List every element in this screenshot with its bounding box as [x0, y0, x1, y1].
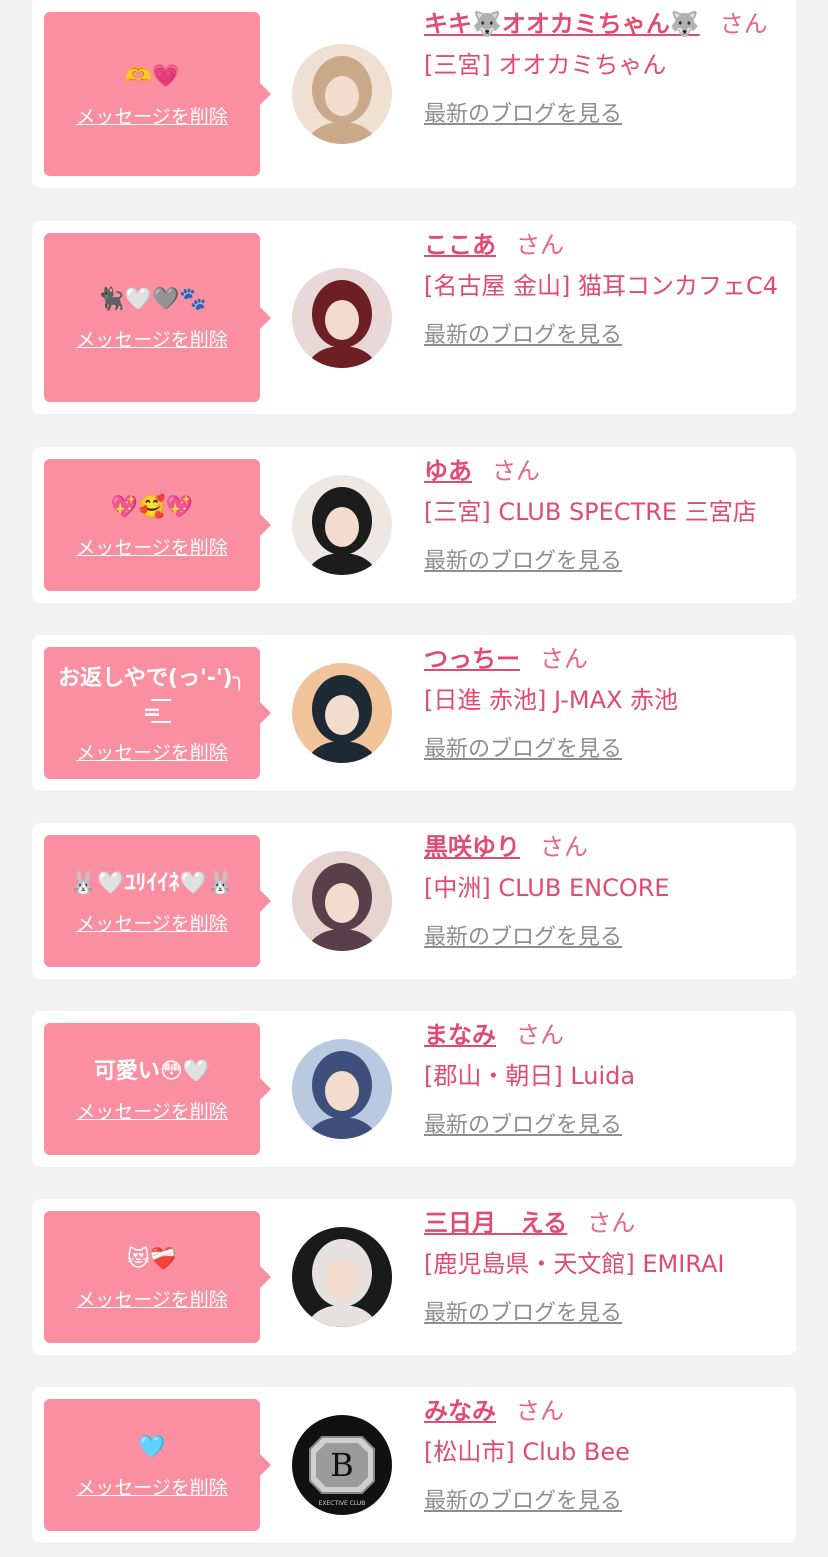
delete-message-link[interactable]: メッセージを削除 [76, 1285, 228, 1312]
shop-name: [三宮] CLUB SPECTRE 三宮店 [424, 498, 757, 526]
message-text: 💖🥰💖 [110, 494, 194, 520]
latest-blog-link[interactable]: 最新のブログを見る [424, 543, 622, 575]
profile-info: みなみ さん [松山市] Club Bee 最新のブログを見る [424, 1391, 794, 1515]
avatar[interactable]: B EXECTIVE CLUB [292, 1415, 392, 1515]
profile-photo-icon [292, 268, 392, 368]
shop-name: [日進 赤池] J-MAX 赤池 [424, 686, 679, 714]
profile-photo-icon [292, 1227, 392, 1327]
profile-photo-icon [292, 851, 392, 951]
message-card: 💖🥰💖 メッセージを削除 ゆあ さん [三宮] CLUB SPECTRE 三宮店 … [32, 447, 796, 603]
shop-name: [鹿児島県・天文館] EMIRAI [424, 1250, 725, 1278]
name-line: 黒咲ゆり さん [424, 827, 794, 867]
shop-name: [三宮] オオカミちゃん [424, 51, 667, 79]
profile-name-link[interactable]: ゆあ [424, 457, 472, 485]
profile-name-link[interactable]: 黒咲ゆり [424, 833, 520, 861]
name-line: ここあ さん [424, 225, 794, 265]
message-card: 🐈‍⬛🤍🩶🐾 メッセージを削除 ここあ さん [名古屋 金山] 猫耳コンカフェC4… [32, 221, 796, 414]
message-bubble: 🐈‍⬛🤍🩶🐾 メッセージを削除 [44, 233, 271, 402]
honorific: さん [719, 10, 768, 38]
avatar[interactable] [292, 1039, 392, 1139]
honorific: さん [516, 1397, 564, 1425]
profile-info: キキ🐺オオカミちゃん🐺 さん [三宮] オオカミちゃん 最新のブログを見る [424, 4, 794, 128]
message-text: お返しやで(っ'-')╮ =͟͟͞͞ [58, 665, 246, 725]
message-card: 😻❤️‍🩹 メッセージを削除 三日月 える さん [鹿児島県・天文館] EMIRA… [32, 1199, 796, 1355]
shop-name: [名古屋 金山] 猫耳コンカフェC4 [424, 272, 779, 300]
profile-name-link[interactable]: 三日月 える [424, 1209, 567, 1237]
message-bubble: 😻❤️‍🩹 メッセージを削除 [44, 1211, 271, 1343]
delete-message-link[interactable]: メッセージを削除 [76, 1473, 228, 1500]
shop-name: [中洲] CLUB ENCORE [424, 874, 670, 902]
message-bubble: 🩵 メッセージを削除 [44, 1399, 271, 1531]
avatar[interactable] [292, 268, 392, 368]
club-logo-text: EXECTIVE CLUB [319, 1500, 366, 1507]
latest-blog-link[interactable]: 最新のブログを見る [424, 1107, 622, 1139]
delete-message-link[interactable]: メッセージを削除 [76, 102, 228, 129]
profile-info: ゆあ さん [三宮] CLUB SPECTRE 三宮店 最新のブログを見る [424, 451, 794, 575]
profile-info: つっちー さん [日進 赤池] J-MAX 赤池 最新のブログを見る [424, 639, 794, 763]
profile-info: ここあ さん [名古屋 金山] 猫耳コンカフェC4 最新のブログを見る [424, 225, 794, 349]
delete-message-link[interactable]: メッセージを削除 [76, 909, 228, 936]
name-line: つっちー さん [424, 639, 794, 679]
message-text: 可愛い😳🤍 [93, 1058, 211, 1084]
shop-name: [郡山・朝日] Luida [424, 1062, 636, 1090]
honorific: さん [516, 1021, 564, 1049]
profile-name-link[interactable]: キキ🐺オオカミちゃん🐺 [424, 10, 700, 38]
latest-blog-link[interactable]: 最新のブログを見る [424, 731, 622, 763]
club-logo-icon: B EXECTIVE CLUB [292, 1415, 392, 1515]
profile-photo-icon [292, 1039, 392, 1139]
message-text: 🐈‍⬛🤍🩶🐾 [97, 287, 207, 312]
profile-name-link[interactable]: まなみ [424, 1021, 496, 1049]
avatar[interactable] [292, 663, 392, 763]
message-card: 🩵 メッセージを削除 B EXECTIVE CLUB みなみ さん [松山市] C… [32, 1387, 796, 1543]
honorific: さん [540, 645, 588, 673]
profile-photo-icon [292, 663, 392, 763]
profile-info: 黒咲ゆり さん [中洲] CLUB ENCORE 最新のブログを見る [424, 827, 794, 951]
latest-blog-link[interactable]: 最新のブログを見る [424, 919, 622, 951]
message-card: 可愛い😳🤍 メッセージを削除 まなみ さん [郡山・朝日] Luida 最新のブロ… [32, 1011, 796, 1167]
message-bubble: 💖🥰💖 メッセージを削除 [44, 459, 271, 591]
message-card: 🐰🤍ﾕﾘｲｲﾈ🤍🐰 メッセージを削除 黒咲ゆり さん [中洲] CLUB ENCO… [32, 823, 796, 979]
message-card: お返しやで(っ'-')╮ =͟͟͞͞ メッセージを削除 つっちー さん [日進 赤… [32, 635, 796, 791]
avatar[interactable] [292, 44, 392, 144]
profile-name-link[interactable]: ここあ [424, 231, 496, 259]
shop-name: [松山市] Club Bee [424, 1438, 630, 1466]
name-line: みなみ さん [424, 1391, 794, 1431]
delete-message-link[interactable]: メッセージを削除 [76, 533, 228, 560]
latest-blog-link[interactable]: 最新のブログを見る [424, 1295, 622, 1327]
profile-info: まなみ さん [郡山・朝日] Luida 最新のブログを見る [424, 1015, 794, 1139]
message-text: 🫶💗 [124, 63, 180, 89]
avatar[interactable] [292, 851, 392, 951]
latest-blog-link[interactable]: 最新のブログを見る [424, 96, 622, 128]
name-line: 三日月 える さん [424, 1203, 794, 1243]
name-line: キキ🐺オオカミちゃん🐺 さん [424, 4, 794, 44]
club-logo-letter: B [330, 1446, 354, 1484]
message-text: 🐰🤍ﾕﾘｲｲﾈ🤍🐰 [69, 870, 235, 896]
latest-blog-link[interactable]: 最新のブログを見る [424, 1483, 622, 1515]
name-line: まなみ さん [424, 1015, 794, 1055]
delete-message-link[interactable]: メッセージを削除 [76, 738, 228, 765]
latest-blog-link[interactable]: 最新のブログを見る [424, 317, 622, 349]
profile-photo-icon [292, 475, 392, 575]
message-bubble: 可愛い😳🤍 メッセージを削除 [44, 1023, 271, 1155]
honorific: さん [516, 231, 564, 259]
message-text: 😻❤️‍🩹 [126, 1246, 178, 1272]
avatar[interactable] [292, 475, 392, 575]
message-bubble: 🫶💗 メッセージを削除 [44, 12, 271, 176]
honorific: さん [492, 457, 540, 485]
delete-message-link[interactable]: メッセージを削除 [76, 1097, 228, 1124]
message-card: 🫶💗 メッセージを削除 キキ🐺オオカミちゃん🐺 さん [三宮] オオカミちゃん 最… [32, 0, 796, 188]
profile-name-link[interactable]: つっちー [424, 645, 520, 673]
avatar[interactable] [292, 1227, 392, 1327]
profile-photo-icon [292, 44, 392, 144]
profile-info: 三日月 える さん [鹿児島県・天文館] EMIRAI 最新のブログを見る [424, 1203, 794, 1327]
honorific: さん [540, 833, 588, 861]
message-bubble: 🐰🤍ﾕﾘｲｲﾈ🤍🐰 メッセージを削除 [44, 835, 271, 967]
delete-message-link[interactable]: メッセージを削除 [76, 325, 228, 352]
name-line: ゆあ さん [424, 451, 794, 491]
message-text: 🩵 [138, 1434, 166, 1460]
message-bubble: お返しやで(っ'-')╮ =͟͟͞͞ メッセージを削除 [44, 647, 271, 779]
profile-name-link[interactable]: みなみ [424, 1397, 496, 1425]
honorific: さん [587, 1209, 636, 1237]
